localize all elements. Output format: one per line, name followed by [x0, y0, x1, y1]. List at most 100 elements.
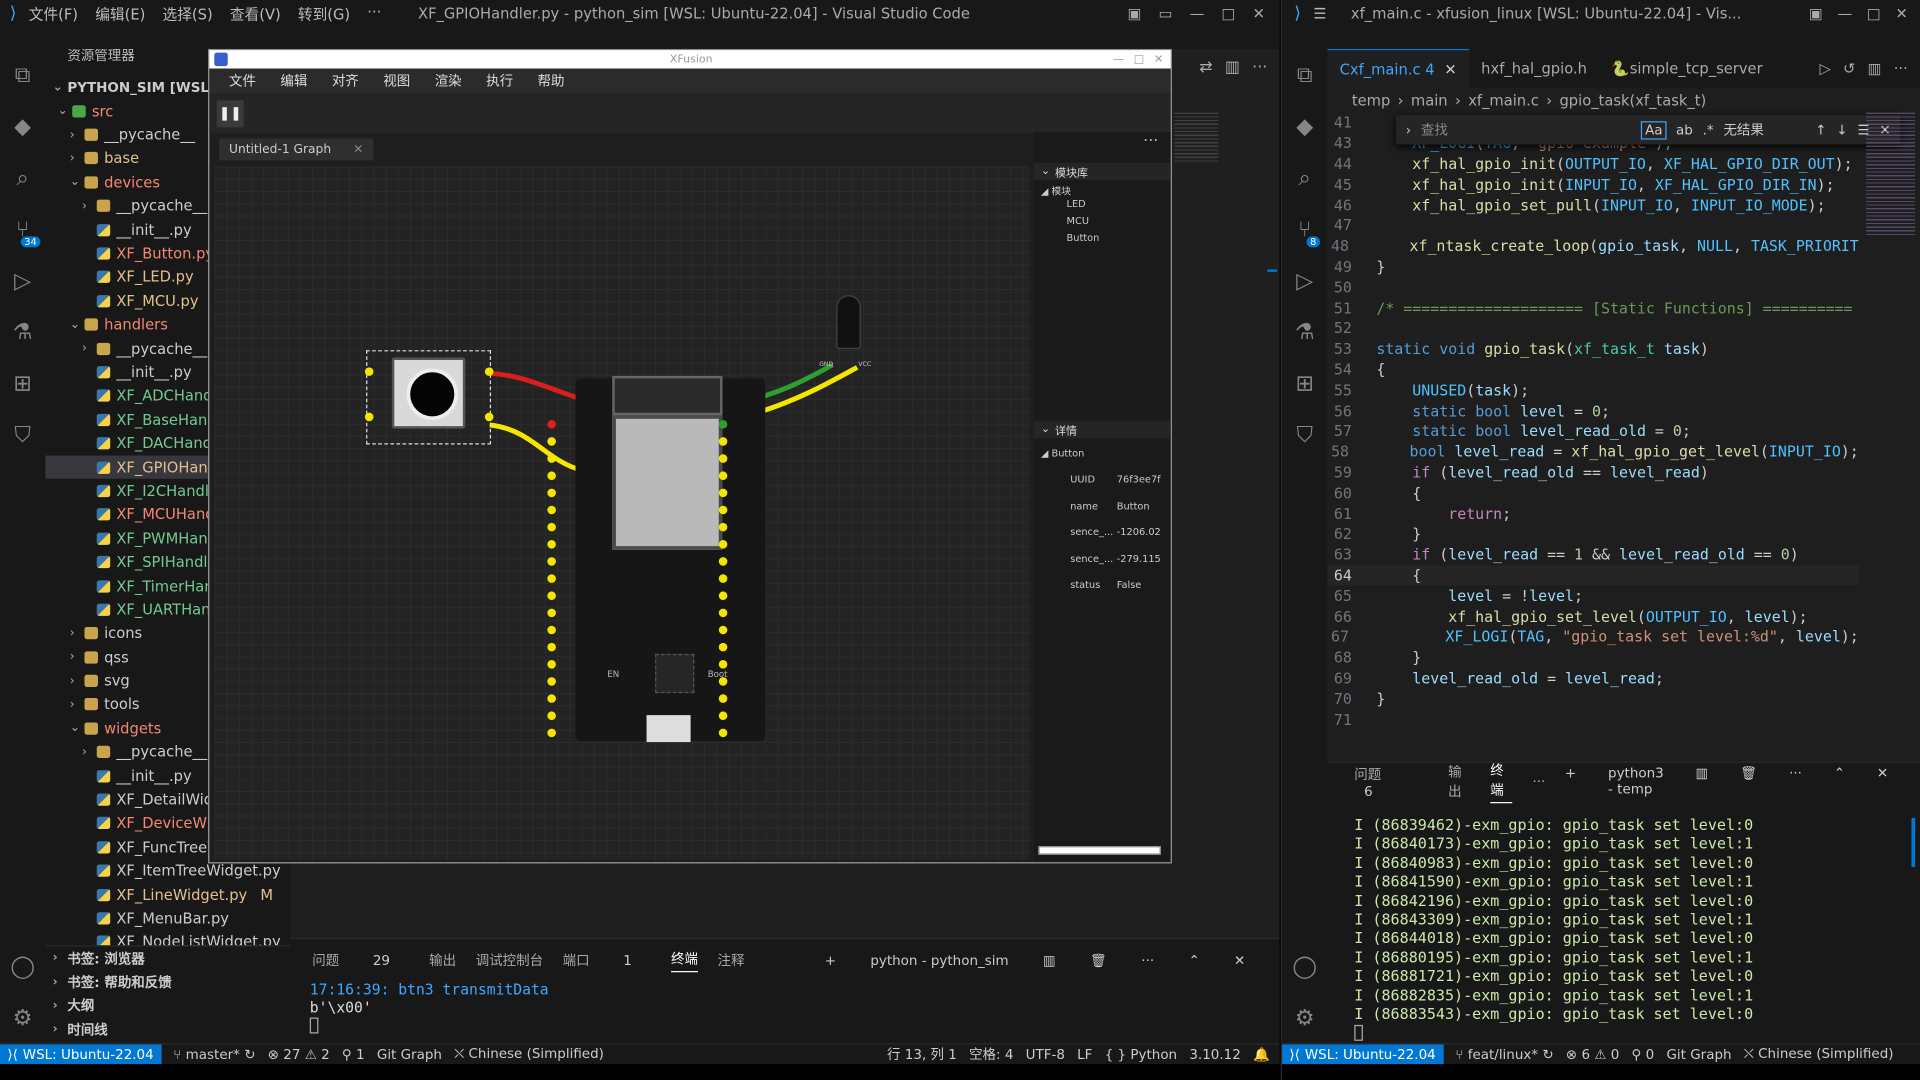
mcu-pin[interactable] [547, 420, 556, 429]
previous-match-icon[interactable]: ↑ [1815, 122, 1826, 138]
menu-item[interactable]: 查看(V) [230, 3, 281, 24]
mcu-pin[interactable] [547, 522, 556, 532]
tab-output[interactable]: 输出 [1448, 762, 1471, 801]
terminal-output[interactable]: 17:16:39: btn3 transmitData b'\x00' [290, 981, 1279, 1034]
remote-icon[interactable]: ◆ [0, 100, 45, 151]
settings-gear-icon[interactable]: ⚙ [1282, 992, 1327, 1043]
xf-menu-item[interactable]: 视图 [383, 71, 410, 91]
mcu-pin[interactable] [547, 437, 556, 446]
mcu-pin[interactable] [718, 505, 728, 515]
source-control-icon[interactable]: ⑂ 8 [1282, 203, 1327, 254]
terminal-shell-label[interactable]: python - python_sim [870, 952, 1008, 968]
mcu-pin[interactable] [718, 420, 728, 429]
extensions-icon[interactable]: ⊞ [0, 358, 45, 409]
trash-icon[interactable]: 🗑 [1090, 952, 1107, 968]
panel-toggle-icon[interactable]: ▭ [1159, 5, 1173, 22]
xf-menu-item[interactable]: 执行 [486, 71, 513, 91]
xf-menu-item[interactable]: 编辑 [280, 71, 307, 91]
xf-minimize-icon[interactable]: — [1113, 53, 1124, 65]
mcu-pin[interactable] [547, 677, 556, 686]
menu-icon[interactable]: ☰ [1313, 5, 1326, 22]
settings-gear-icon[interactable]: ⚙ [0, 992, 45, 1043]
explorer-icon[interactable]: ⧉ [0, 49, 45, 100]
editor-tab[interactable]: C xf_main.c 4 ✕ [1327, 48, 1469, 89]
maximize-icon[interactable]: □ [1222, 5, 1236, 22]
run-debug-icon[interactable]: ▷ [0, 255, 45, 306]
layout-icon[interactable]: ▣ [1809, 5, 1823, 22]
search-icon[interactable]: ⌕ [1282, 152, 1327, 203]
branch-indicator[interactable]: ⑂ feat/linux* ↻ [1455, 1046, 1553, 1062]
file-item[interactable]: XF_MenuBar.py [45, 906, 290, 930]
eol[interactable]: LF [1077, 1046, 1092, 1062]
button-node[interactable] [364, 350, 494, 445]
tab-terminal[interactable]: 终端 [1490, 760, 1513, 803]
new-terminal-icon[interactable]: + [1565, 765, 1576, 797]
more-actions-icon[interactable]: ··· [1252, 59, 1267, 77]
menu-item[interactable]: 选择(S) [162, 3, 212, 24]
editor-tab[interactable]: h xf_hal_gpio.h [1469, 49, 1599, 88]
mcu-pin[interactable] [547, 505, 556, 515]
close-panel-icon[interactable]: ✕ [1877, 765, 1888, 797]
ports-indicator[interactable]: ⚲ 0 [1632, 1046, 1655, 1062]
match-case-icon[interactable]: Aa [1641, 120, 1667, 139]
mcu-pin[interactable] [718, 522, 728, 532]
minimize-icon[interactable]: — [1837, 5, 1852, 22]
git-graph-button[interactable]: Git Graph [377, 1046, 442, 1062]
layout-icon[interactable]: ▣ [1128, 5, 1142, 22]
mcu-pin[interactable] [718, 454, 728, 463]
menu-item[interactable]: 转到(G) [298, 3, 350, 24]
run-debug-icon[interactable]: ▷ [1282, 255, 1327, 306]
mcu-pin[interactable] [547, 540, 556, 549]
tab-output[interactable]: 输出 [429, 950, 456, 970]
xf-menu-item[interactable]: 渲染 [435, 71, 462, 91]
module-library-header[interactable]: ⌄ 模块库 [1033, 162, 1171, 181]
mcu-node[interactable]: EN Boot [547, 375, 766, 743]
property-row[interactable]: name Button [1033, 493, 1170, 519]
find-input[interactable]: 查找 [1421, 120, 1556, 140]
mcu-pin[interactable] [547, 694, 556, 703]
run-icon[interactable]: ▷ [1819, 60, 1830, 77]
xf-menu-item[interactable]: 帮助 [538, 71, 565, 91]
remote-indicator[interactable]: ⟩⟨ WSL: Ubuntu-22.04 [0, 1043, 162, 1065]
file-item[interactable]: XF_LineWidget.py M [45, 883, 290, 907]
close-panel-icon[interactable]: ✕ [1234, 952, 1245, 968]
mcu-pin[interactable] [547, 471, 556, 481]
side-more-icon[interactable]: ··· [1033, 132, 1170, 150]
breadcrumb-item[interactable]: main [1411, 92, 1448, 109]
mcu-pin[interactable] [718, 677, 728, 686]
xf-menu-item[interactable]: 对齐 [332, 71, 359, 91]
close-icon[interactable]: ✕ [1895, 5, 1907, 22]
copilot-icon[interactable]: ⛉ [0, 409, 45, 460]
python-version[interactable]: 3.10.12 [1189, 1046, 1240, 1062]
branch-indicator[interactable]: ⑂ master* ↻ [173, 1046, 255, 1062]
mcu-pin[interactable] [547, 454, 556, 463]
tab-debug-console[interactable]: 调试控制台 [476, 950, 543, 970]
history-icon[interactable]: ↺ [1843, 60, 1855, 77]
ports-indicator[interactable]: ⚲ 1 [342, 1046, 365, 1062]
module-item[interactable]: Button [1067, 233, 1171, 250]
mcu-pin[interactable] [547, 642, 556, 652]
property-row[interactable]: status False [1033, 572, 1170, 598]
property-row[interactable]: sence_... -1206.02 [1033, 519, 1170, 545]
more-actions-icon[interactable]: ··· [1894, 60, 1908, 77]
menu-item[interactable]: ··· [367, 3, 381, 24]
mcu-pin[interactable] [718, 540, 728, 549]
trash-icon[interactable]: 🗑 [1740, 765, 1757, 797]
extensions-icon[interactable]: ⊞ [1282, 358, 1327, 409]
mcu-pin[interactable] [547, 488, 556, 498]
graph-canvas[interactable]: EN Boot GND VCC [214, 166, 1030, 860]
copilot-icon[interactable]: ⛉ [1282, 409, 1327, 460]
remote-icon[interactable]: ◆ [1282, 100, 1327, 151]
pause-button[interactable]: ❚❚ [216, 99, 244, 127]
code-editor[interactable]: 4143 XF_LOGI(TAG, "gpio example");44 xf_… [1327, 113, 1859, 750]
git-graph-button[interactable]: Git Graph [1666, 1046, 1731, 1062]
module-item[interactable]: MCU [1067, 216, 1171, 233]
breadcrumb-item[interactable]: temp [1352, 92, 1390, 109]
module-item[interactable]: LED [1067, 198, 1171, 215]
led-node[interactable]: GND VCC [819, 295, 876, 381]
xf-close-icon[interactable]: ✕ [1154, 53, 1163, 65]
mcu-pin[interactable] [718, 608, 728, 618]
xf-maximize-icon[interactable]: □ [1134, 53, 1144, 65]
minimize-icon[interactable]: — [1190, 5, 1205, 22]
property-row[interactable]: UUID 76f3ee7f. [1033, 467, 1170, 493]
